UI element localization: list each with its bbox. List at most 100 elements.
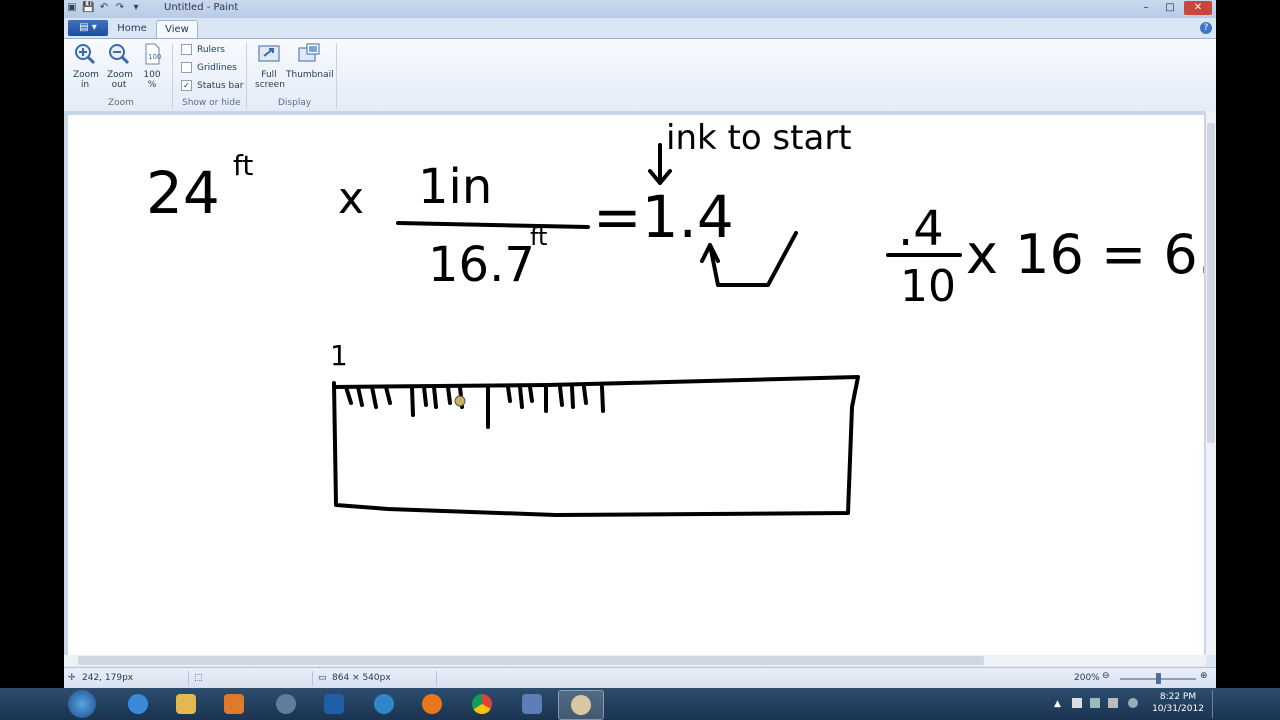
paint-menu-button[interactable]: ▤ ▾ <box>68 20 108 36</box>
horizontal-scroll-thumb[interactable] <box>78 656 984 665</box>
save-icon[interactable]: 💾 <box>82 2 94 14</box>
rulers-checkbox-row[interactable]: Rulers <box>181 44 225 56</box>
handwritten-drawing: 24 ft x 1in 16.7 ft =1.4 ink to start .4… <box>146 118 1204 517</box>
status-bar-checkbox-row[interactable]: ✓ Status bar <box>181 80 243 92</box>
drawing-canvas[interactable]: 24 ft x 1in 16.7 ft =1.4 ink to start .4… <box>68 115 1204 655</box>
mouse-cursor-dot <box>454 395 466 407</box>
zoom-slider-thumb[interactable] <box>1156 673 1161 684</box>
chrome-icon <box>472 694 492 714</box>
taskbar-ie[interactable] <box>116 690 160 718</box>
zoom-out-button[interactable]: Zoom out <box>104 43 134 90</box>
zoom-out-icon <box>109 44 130 65</box>
taskbar-app[interactable] <box>264 690 308 718</box>
drawing-text-equals-1-4: =1.4 <box>593 183 734 251</box>
zoom-in-label: Zoom in <box>73 70 99 90</box>
thumbnail-icon <box>298 43 320 62</box>
status-bar-checkbox[interactable]: ✓ <box>181 80 192 91</box>
start-button[interactable] <box>68 690 96 718</box>
tab-home[interactable]: Home <box>112 20 152 38</box>
tray-app-icon[interactable] <box>1128 698 1138 708</box>
gridlines-label: Gridlines <box>197 63 237 73</box>
ie-icon <box>128 694 148 714</box>
app-icon <box>276 694 296 714</box>
status-divider <box>312 671 313 686</box>
horizontal-scrollbar[interactable] <box>64 655 1206 666</box>
zoom-in-small-icon[interactable]: ⊕ <box>1200 671 1208 681</box>
status-divider <box>188 671 189 686</box>
paint-icon <box>571 695 591 715</box>
thumbnail-button[interactable]: Thumbnail <box>286 43 334 80</box>
minimize-icon[interactable]: – <box>1136 1 1156 15</box>
ribbon-tabs: ▤ ▾ Home View ? <box>64 18 1216 39</box>
drawing-text-16-7: 16.7 <box>428 237 535 293</box>
image-size-icon: ▭ <box>318 673 327 683</box>
customize-toolbar-icon[interactable]: ▾ <box>130 2 142 14</box>
paint-window: ▣ 💾 ↶ ↷ ▾ Untitled - Paint – □ ✕ ▤ ▾ Hom… <box>64 0 1216 688</box>
drawing-text-24: 24 <box>146 159 220 227</box>
taskbar-explorer[interactable] <box>164 690 208 718</box>
ruler-tick-marks <box>344 385 605 429</box>
group-divider <box>172 43 173 109</box>
full-screen-icon <box>258 45 280 62</box>
selection-size-icon: ⬚ <box>194 673 203 683</box>
page-icon: 100 <box>145 43 161 65</box>
ribbon-view: Zoom in Zoom out 100 100 % Zoom Rulers G… <box>64 38 1216 112</box>
zoom-in-button[interactable]: Zoom in <box>70 43 100 90</box>
folder-icon <box>176 694 196 714</box>
tray-flag-icon[interactable] <box>1072 698 1082 708</box>
drawing-text-x-1: x <box>338 173 364 224</box>
display-group-label: Display <box>278 98 312 108</box>
network-icon <box>374 694 394 714</box>
vertical-scrollbar[interactable] <box>1206 111 1216 655</box>
taskbar-paint[interactable] <box>558 690 604 720</box>
firefox-icon <box>422 694 442 714</box>
show-hide-group-label: Show or hide <box>182 98 241 108</box>
zoom-level: 200% <box>1074 673 1100 683</box>
status-divider <box>436 671 437 686</box>
rulers-label: Rulers <box>197 45 225 55</box>
tray-arrow-icon[interactable]: ▲ <box>1054 699 1061 709</box>
cursor-position-icon: ✛ <box>68 673 76 683</box>
tab-view[interactable]: View <box>156 20 198 39</box>
gridlines-checkbox-row[interactable]: Gridlines <box>181 62 237 74</box>
gridlines-checkbox[interactable] <box>181 62 192 73</box>
help-icon[interactable]: ? <box>1200 22 1212 34</box>
tray-volume-icon[interactable] <box>1108 698 1118 708</box>
taskbar-app2[interactable] <box>362 690 406 718</box>
left-letterbox <box>0 0 64 688</box>
redo-icon[interactable]: ↷ <box>114 2 126 14</box>
svg-text:100: 100 <box>148 53 161 61</box>
taskbar-checklist[interactable] <box>312 690 356 718</box>
full-screen-label: Full screen <box>255 70 285 90</box>
system-clock[interactable]: 8:22 PM 10/31/2012 <box>1148 691 1208 715</box>
group-divider <box>336 43 337 109</box>
drawing-text-point-4: .4 <box>898 201 944 257</box>
show-desktop-button[interactable] <box>1212 690 1223 718</box>
tray-network-icon[interactable] <box>1090 698 1100 708</box>
cursor-position: 242, 179px <box>82 673 134 683</box>
zoom-100-label: 100 % <box>143 70 161 90</box>
status-bar: ✛ 242, 179px ⬚ ▭ 864 × 540px 200% ⊖ ⊕ <box>64 667 1216 688</box>
clock-time: 8:22 PM <box>1159 692 1197 702</box>
close-icon[interactable]: ✕ <box>1184 1 1212 15</box>
zoom-out-small-icon[interactable]: ⊖ <box>1102 671 1110 681</box>
undo-icon[interactable]: ↶ <box>98 2 110 14</box>
image-size: 864 × 540px <box>332 673 391 683</box>
disk-icon <box>522 694 542 714</box>
zoom-100-button[interactable]: 100 100 % <box>138 43 166 90</box>
vertical-scroll-thumb[interactable] <box>1207 123 1215 443</box>
media-player-icon <box>224 694 244 714</box>
full-screen-button[interactable]: Full screen <box>252 43 286 90</box>
paint-app-icon[interactable]: ▣ <box>66 2 78 14</box>
taskbar-media[interactable] <box>212 690 256 718</box>
right-letterbox <box>1216 0 1280 688</box>
drawing-text-1in: 1in <box>418 159 492 215</box>
rulers-checkbox[interactable] <box>181 44 192 55</box>
status-bar-label: Status bar <box>197 81 244 91</box>
taskbar-firefox[interactable] <box>410 690 454 718</box>
group-divider <box>246 43 247 109</box>
taskbar-save-app[interactable] <box>510 690 554 718</box>
checkmark-icon <box>324 694 344 714</box>
taskbar-chrome[interactable] <box>460 690 504 718</box>
maximize-icon[interactable]: □ <box>1160 1 1180 15</box>
